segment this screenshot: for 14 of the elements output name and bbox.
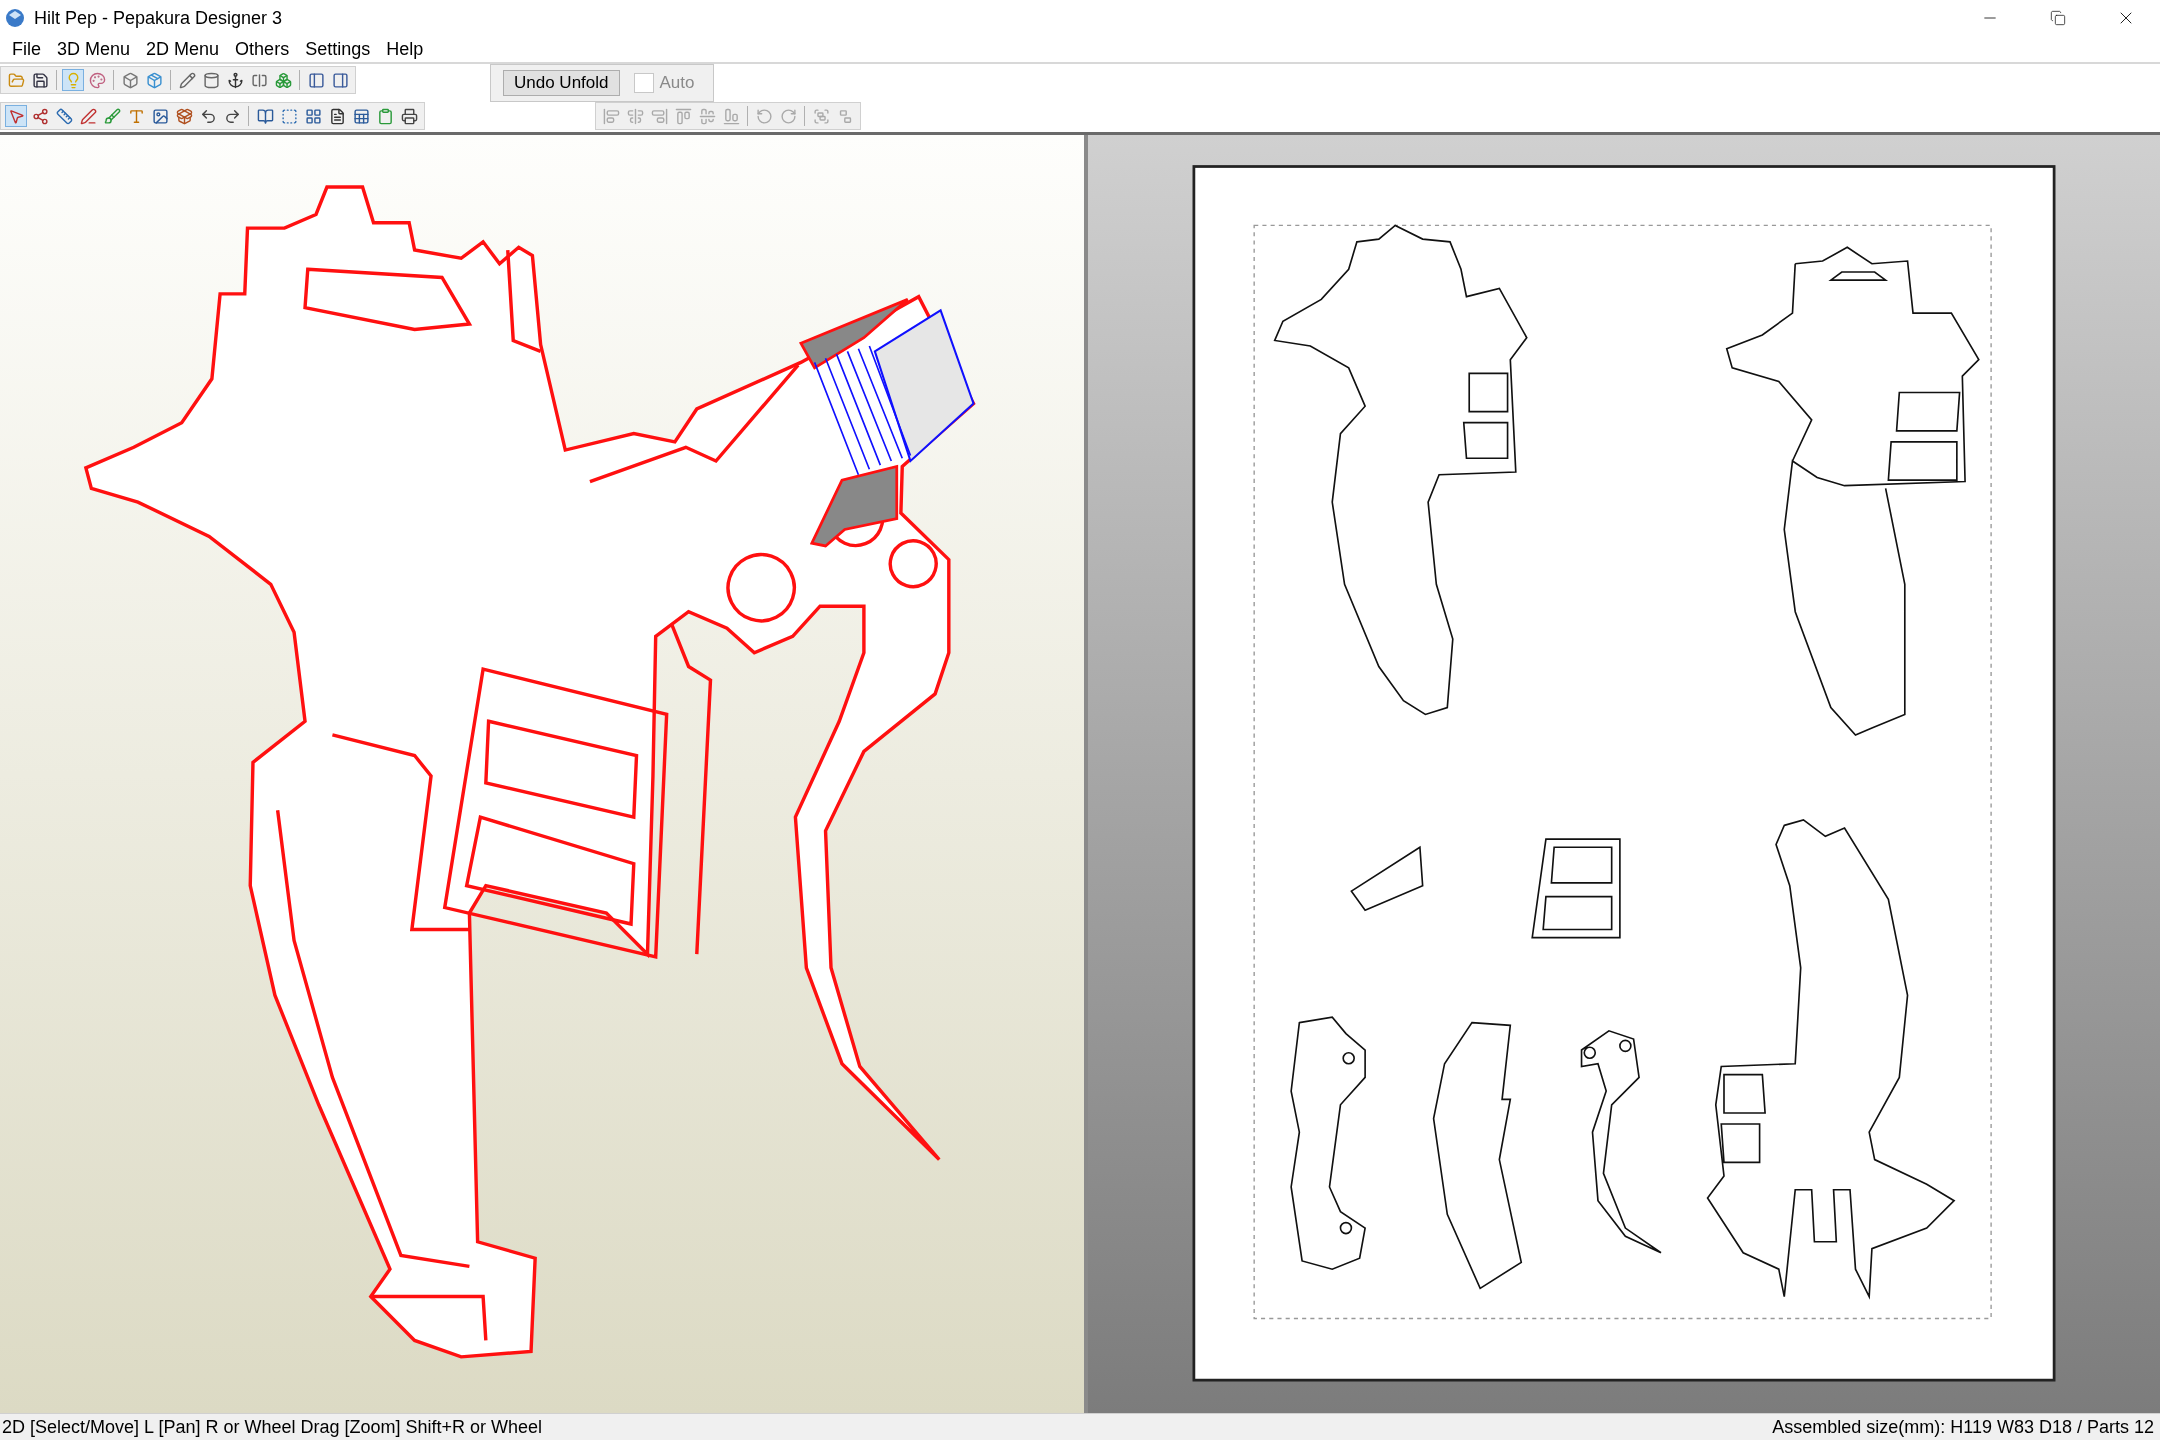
menu-item[interactable]: Settings [297, 38, 379, 60]
status-hint: 2D [Select/Move] L [Pan] R or Wheel Drag [Zoom] Shift+R or Wheel [2, 1416, 543, 1438]
undo-unfold-button[interactable]: Undo Unfold [503, 70, 620, 96]
menu-item[interactable]: Help [378, 38, 432, 60]
menu-item[interactable]: File [4, 38, 49, 60]
status-info: Assembled size(mm): H119 W83 D18 / Parts 12 [1772, 1416, 2154, 1438]
app-logo-icon [4, 7, 26, 29]
menu-item[interactable]: 2D Menu [138, 38, 228, 60]
window-title: Hilt Pep - Pepakura Designer 3 [34, 7, 284, 29]
menu-item[interactable]: 3D Menu [49, 38, 139, 60]
menu-item[interactable]: Others [227, 38, 298, 60]
restore-icon[interactable] [2050, 10, 2066, 26]
checkbox-label: Auto [659, 73, 695, 93]
pointer-icon[interactable] [5, 105, 27, 127]
